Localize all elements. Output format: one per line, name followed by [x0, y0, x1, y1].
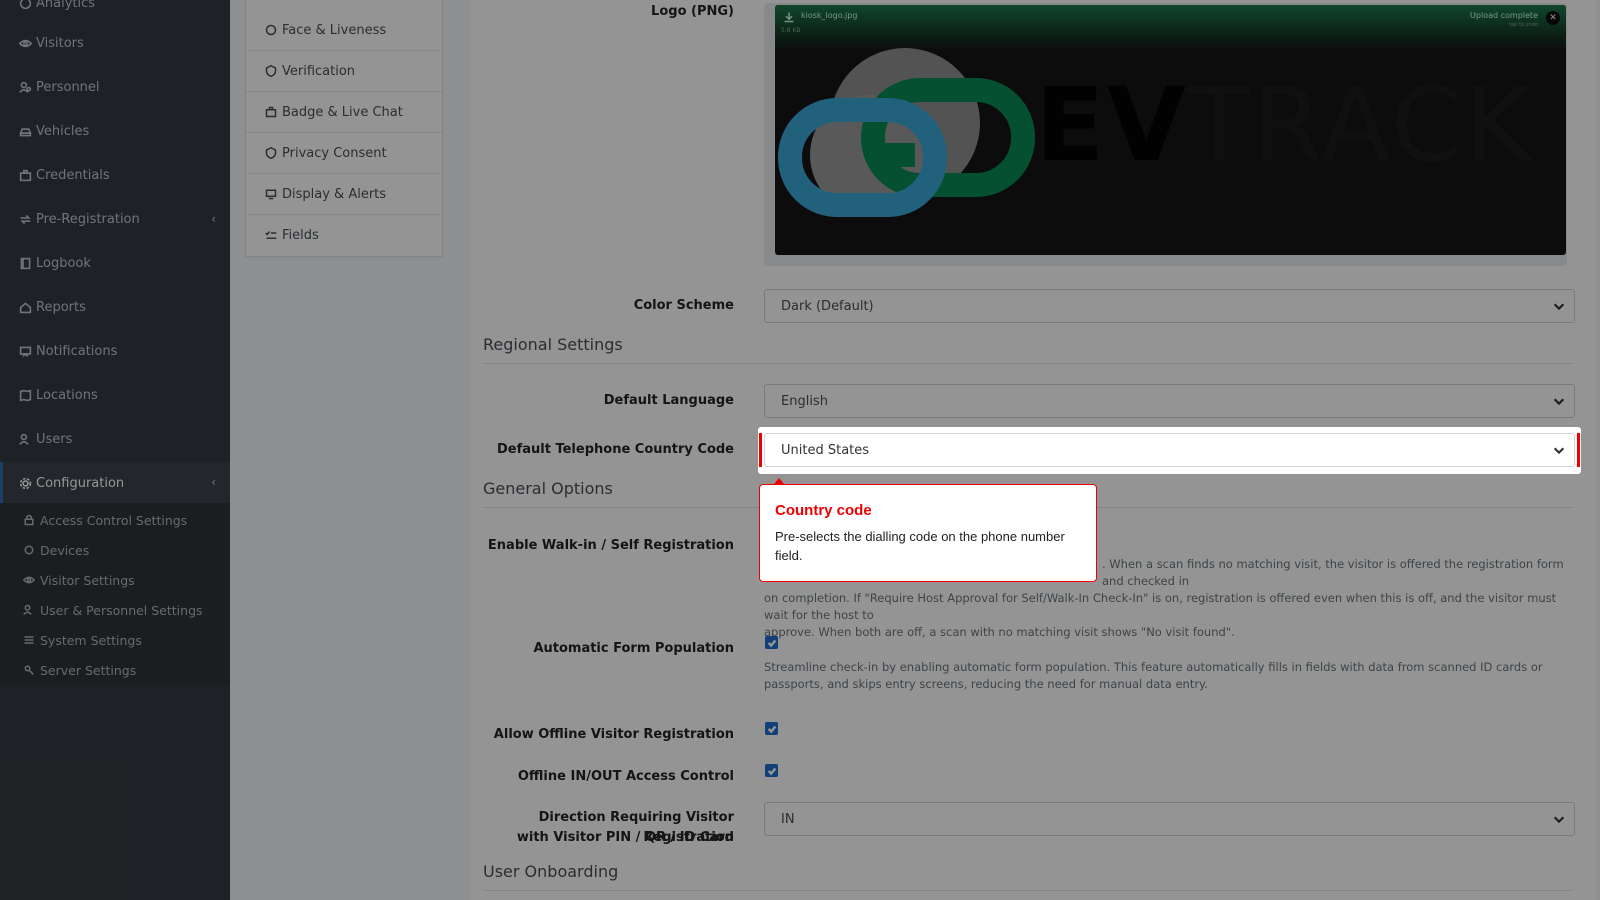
- chevron-down-icon: [1552, 443, 1566, 457]
- tooltip-body: Pre-selects the dialling code on the pho…: [775, 529, 1065, 563]
- highlight-marker-left: [759, 433, 762, 467]
- tooltip-title: Country code: [775, 502, 872, 519]
- country-code-select[interactable]: United States: [764, 433, 1575, 467]
- tour-tooltip: Country code Pre-selects the dialling co…: [759, 484, 1097, 582]
- highlight-marker-right: [1577, 433, 1580, 467]
